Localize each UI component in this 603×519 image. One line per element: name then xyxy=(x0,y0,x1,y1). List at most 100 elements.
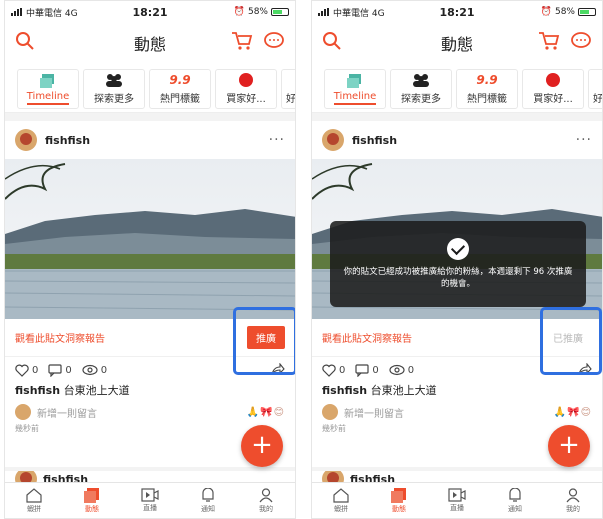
share-icon[interactable] xyxy=(271,361,285,378)
eye-icon xyxy=(389,364,405,376)
battery-percent: 58% xyxy=(554,7,575,17)
nav-feed[interactable]: 動態 xyxy=(370,483,428,518)
post-card: fishfish ··· 觀看此貼文洞察報告 推廣 0 0 0 fishfish… xyxy=(5,121,295,467)
live-icon xyxy=(141,488,159,502)
tab-deals[interactable]: 好康 xyxy=(281,69,295,109)
timeline-icon xyxy=(40,73,54,88)
cart-icon[interactable] xyxy=(231,31,253,55)
red-dot-icon xyxy=(239,73,253,87)
view-count: 0 xyxy=(100,364,108,376)
insight-report-link[interactable]: 觀看此貼文洞察報告 xyxy=(322,330,412,345)
heart-icon xyxy=(322,364,336,377)
post-username[interactable]: fishfish xyxy=(45,134,90,147)
eye-icon xyxy=(82,364,98,376)
toast-message: 你的貼文已經成功被推廣給你的粉絲，本週還剩下 96 次推廣的機會。 xyxy=(343,267,573,289)
emoji-reactions-icon[interactable]: 🙏🎀😊 xyxy=(247,407,285,418)
add-post-button[interactable]: + xyxy=(241,425,283,467)
post-actions: 0 0 0 xyxy=(5,357,295,383)
comment-button[interactable]: 0 xyxy=(48,363,72,377)
tab-explore[interactable]: 探索更多 xyxy=(83,69,145,109)
caption-username[interactable]: fishfish xyxy=(322,384,367,397)
post-photo[interactable] xyxy=(5,159,295,319)
tab-label: 好康 xyxy=(593,94,602,105)
nav-home[interactable]: 蝦拼 xyxy=(5,483,63,518)
insight-row: 觀看此貼文洞察報告 已推廣 xyxy=(312,319,602,357)
category-tabs: Timeline 探索更多 9.9 熱門標籤 買家好... 好康 xyxy=(312,63,602,113)
avatar[interactable] xyxy=(322,129,344,151)
comment-input[interactable]: 新增一則留言 xyxy=(344,405,404,420)
post-username[interactable]: fishfish xyxy=(352,134,397,147)
tab-explore[interactable]: 探索更多 xyxy=(390,69,452,109)
hot-tag-icon: 9.9 xyxy=(169,73,191,87)
heart-icon xyxy=(15,364,29,377)
more-options-icon[interactable]: ··· xyxy=(269,132,285,148)
insight-row: 觀看此貼文洞察報告 推廣 xyxy=(5,319,295,357)
add-comment-row[interactable]: 新增一則留言 🙏🎀😊 xyxy=(5,399,295,421)
nav-feed[interactable]: 動態 xyxy=(63,483,121,518)
phone-screen-before: 中華電信 4G 18:21 ⏰ 58% 動態 Timeline 探索更多 9.9… xyxy=(4,0,296,519)
profile-icon xyxy=(566,487,580,502)
tab-buyer-good[interactable]: 買家好... xyxy=(215,69,277,109)
caption-text: 台東池上大道 xyxy=(370,384,437,397)
nav-label: 我的 xyxy=(566,504,580,513)
tab-label: 好康 xyxy=(286,94,295,105)
nav-profile[interactable]: 我的 xyxy=(544,483,602,518)
hot-tag-icon: 9.9 xyxy=(476,73,498,87)
bottom-nav: 蝦拼 動態 直播 通知 我的 xyxy=(5,482,295,518)
feed-icon xyxy=(391,487,406,503)
add-post-button[interactable]: + xyxy=(548,425,590,467)
promoted-label: 已推廣 xyxy=(553,334,583,345)
bell-icon xyxy=(509,487,521,502)
home-icon xyxy=(333,487,349,503)
nav-notifications[interactable]: 通知 xyxy=(179,483,237,518)
chat-icon[interactable] xyxy=(263,31,285,55)
profile-icon xyxy=(259,487,273,502)
share-icon[interactable] xyxy=(578,361,592,378)
insight-report-link[interactable]: 觀看此貼文洞察報告 xyxy=(15,330,105,345)
nav-label: 直播 xyxy=(143,504,157,512)
nav-label: 蝦拼 xyxy=(27,504,41,513)
like-button[interactable]: 0 xyxy=(322,364,345,377)
comment-input[interactable]: 新增一則留言 xyxy=(37,405,97,420)
tab-label: Timeline xyxy=(333,91,377,105)
emoji-reactions-icon[interactable]: 🙏🎀😊 xyxy=(554,407,592,418)
tab-label: 熱門標籤 xyxy=(160,94,200,105)
app-header: 動態 xyxy=(5,23,295,63)
search-icon[interactable] xyxy=(322,31,342,55)
nav-label: 蝦拼 xyxy=(334,504,348,513)
tab-hot-tags[interactable]: 9.9 熱門標籤 xyxy=(456,69,518,109)
like-button[interactable]: 0 xyxy=(15,364,38,377)
feed-icon xyxy=(84,487,99,503)
caption-username[interactable]: fishfish xyxy=(15,384,60,397)
search-icon[interactable] xyxy=(15,31,35,55)
comment-count: 0 xyxy=(65,364,72,376)
nav-label: 動態 xyxy=(392,504,406,513)
battery-icon xyxy=(271,8,289,16)
avatar xyxy=(15,404,31,420)
tab-buyer-good[interactable]: 買家好... xyxy=(522,69,584,109)
nav-notifications[interactable]: 通知 xyxy=(486,483,544,518)
tab-timeline[interactable]: Timeline xyxy=(17,69,79,109)
nav-live[interactable]: 直播 xyxy=(121,483,179,518)
avatar[interactable] xyxy=(15,129,37,151)
view-count: 0 xyxy=(407,364,415,376)
promote-button[interactable]: 推廣 xyxy=(247,326,285,349)
cart-icon[interactable] xyxy=(538,31,560,55)
nav-live[interactable]: 直播 xyxy=(428,483,486,518)
nav-profile[interactable]: 我的 xyxy=(237,483,295,518)
like-count: 0 xyxy=(339,364,346,376)
tab-hot-tags[interactable]: 9.9 熱門標籤 xyxy=(149,69,211,109)
more-options-icon[interactable]: ··· xyxy=(576,132,592,148)
alarm-icon: ⏰ xyxy=(233,7,245,17)
home-icon xyxy=(26,487,42,503)
nav-home[interactable]: 蝦拼 xyxy=(312,483,370,518)
chat-icon[interactable] xyxy=(570,31,592,55)
comment-button[interactable]: 0 xyxy=(355,363,379,377)
add-comment-row[interactable]: 新增一則留言 🙏🎀😊 xyxy=(312,399,602,421)
tab-timeline[interactable]: Timeline xyxy=(324,69,386,109)
tab-label: 探索更多 xyxy=(401,94,441,105)
bell-icon xyxy=(202,487,214,502)
caption-text: 台東池上大道 xyxy=(63,384,130,397)
tab-deals[interactable]: 好康 xyxy=(588,69,602,109)
nav-label: 動態 xyxy=(85,504,99,513)
